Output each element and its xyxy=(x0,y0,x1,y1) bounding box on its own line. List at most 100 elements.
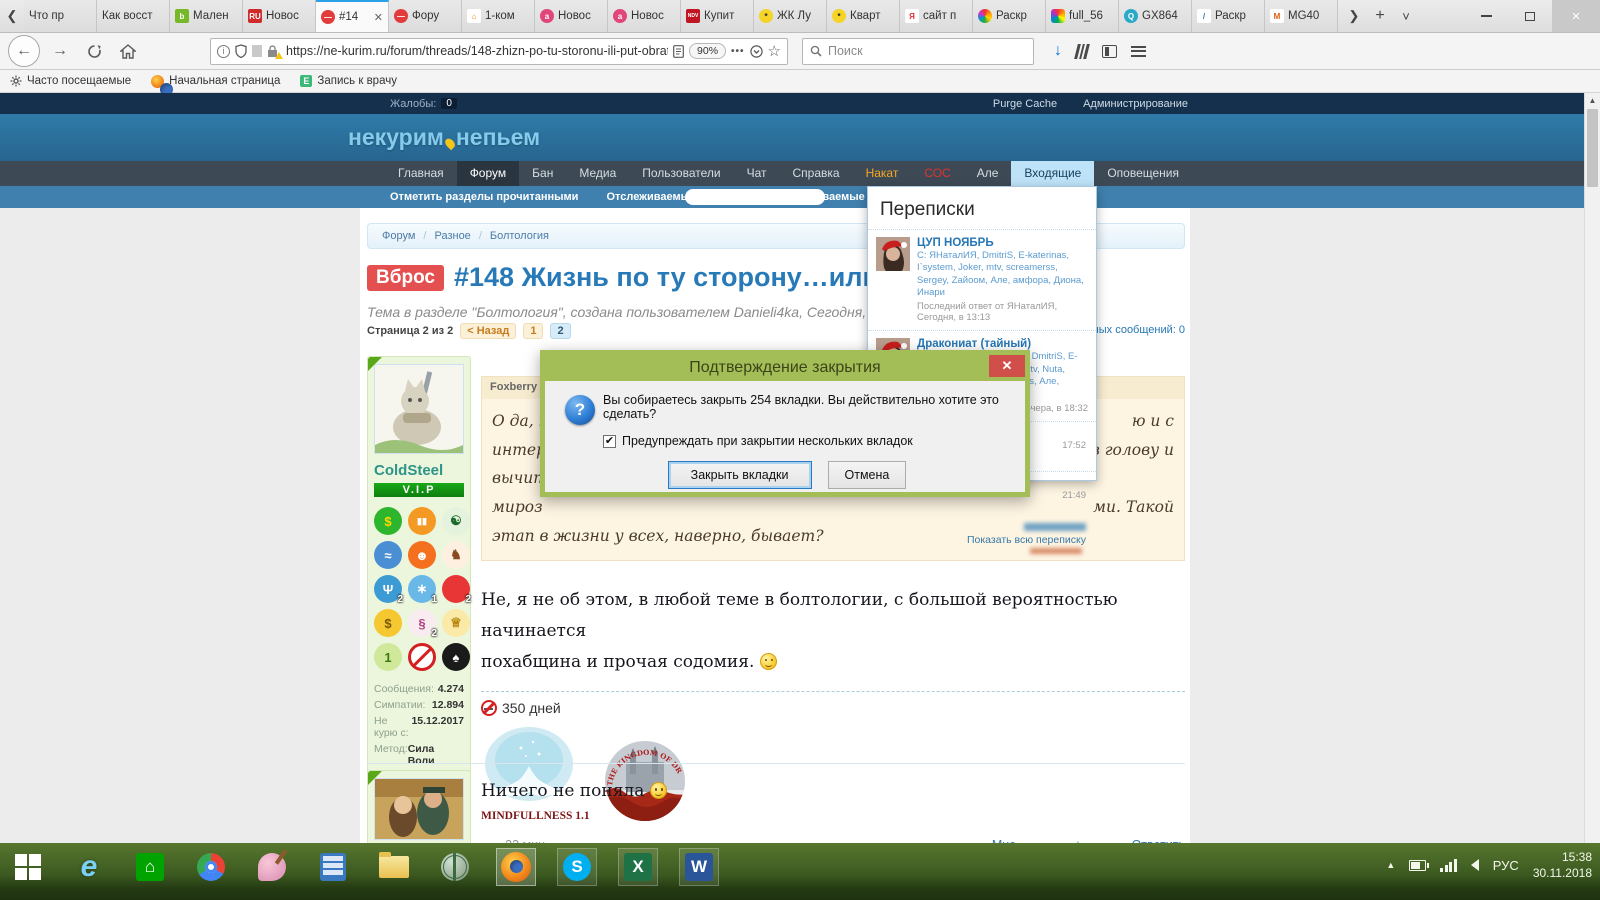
nav-item-форум[interactable]: Форум xyxy=(456,161,520,186)
browser-tab[interactable]: Раскр xyxy=(973,0,1046,32)
scrollbar-thumb[interactable] xyxy=(1587,109,1598,187)
admin-link[interactable]: Администрирование xyxy=(1083,98,1188,110)
complaints-label[interactable]: Жалобы: xyxy=(390,98,436,110)
browser-tab[interactable]: b Мален xyxy=(170,0,243,32)
avatar[interactable] xyxy=(374,778,464,840)
nav-item-главная[interactable]: Главная xyxy=(385,161,457,186)
forum-search-input[interactable] xyxy=(685,189,825,205)
library-icon[interactable] xyxy=(1074,43,1090,59)
address-bar[interactable]: i https://ne-kurim.ru/forum/threads/148-… xyxy=(210,37,788,65)
browser-tab[interactable]: Q GX864 xyxy=(1119,0,1192,32)
nav-item-медиа[interactable]: Медиа xyxy=(566,161,629,186)
browser-tab[interactable]: a Новос xyxy=(608,0,681,32)
browser-tab[interactable]: a Новос xyxy=(535,0,608,32)
sidebar-toggle-icon[interactable] xyxy=(1101,44,1117,58)
permissions-icon[interactable] xyxy=(252,45,262,57)
reader-mode-icon[interactable] xyxy=(673,44,684,58)
minimize-button[interactable] xyxy=(1464,0,1508,32)
admin-link[interactable]: Purge Cache xyxy=(993,98,1057,110)
internet-explorer-icon[interactable]: e xyxy=(69,848,109,886)
bookmark-frequent[interactable]: Часто посещаемые xyxy=(10,75,131,87)
url-text[interactable]: https://ne-kurim.ru/forum/threads/148-zh… xyxy=(286,44,668,58)
paint-icon[interactable] xyxy=(252,848,292,886)
windows-store-icon[interactable]: ⌂ xyxy=(130,848,170,886)
word-icon[interactable]: W xyxy=(679,848,719,886)
breadcrumb-link[interactable]: Разное xyxy=(434,230,470,242)
conversation-item[interactable]: ЦУП НОЯБРЬ С: ЯНаталИЯ, DmitriS, E-kateri… xyxy=(868,229,1096,330)
skype-icon[interactable]: S xyxy=(557,848,597,886)
browser-tab[interactable]: M MG40 xyxy=(1265,0,1338,32)
page-number[interactable]: 2 xyxy=(550,323,571,339)
browser-tab[interactable]: NDV Купит xyxy=(681,0,754,32)
page-actions-icon[interactable]: ••• xyxy=(731,46,745,57)
page-number[interactable]: 1 xyxy=(523,323,544,339)
breadcrumb-link[interactable]: Форум xyxy=(382,230,415,242)
reload-button[interactable] xyxy=(80,37,108,65)
zoom-level-badge[interactable]: 90% xyxy=(689,43,727,59)
downloads-icon[interactable]: ↓ xyxy=(1054,42,1062,60)
browser-tab[interactable]: * ЖК Лу xyxy=(754,0,827,32)
forward-button[interactable]: → xyxy=(46,37,74,65)
browser-tab[interactable]: Что пр xyxy=(24,0,97,32)
battery-icon[interactable] xyxy=(1409,859,1430,871)
menu-icon[interactable] xyxy=(1130,45,1146,57)
browser-tab[interactable]: full_56 xyxy=(1046,0,1119,32)
nav-item-входящие[interactable]: Входящие xyxy=(1011,161,1095,186)
browser-tab[interactable]: — Фору xyxy=(389,0,462,32)
subnav-link[interactable]: Отметить разделы прочитанными xyxy=(390,191,578,203)
conversation-title[interactable]: Дракониат (тайный) xyxy=(917,338,1088,350)
nav-item-чат[interactable]: Чат xyxy=(734,161,780,186)
username[interactable]: ColdSteel xyxy=(374,462,464,479)
thread-prefix-badge[interactable]: Вброс xyxy=(367,264,444,291)
browser-tab[interactable]: — #14 ✕ xyxy=(316,0,389,32)
browser-tab[interactable]: RU Новос xyxy=(243,0,316,32)
excel-icon[interactable]: X xyxy=(618,848,658,886)
tracking-shield-icon[interactable] xyxy=(235,44,247,58)
breadcrumb-link[interactable]: Болтология xyxy=(490,230,549,242)
prev-page-button[interactable]: < Назад xyxy=(460,323,517,339)
nav-item-оповещения[interactable]: Оповещения xyxy=(1094,161,1192,186)
nav-item-накат[interactable]: Накат xyxy=(853,161,912,186)
network-signal-icon[interactable] xyxy=(1440,858,1457,872)
page-info-icon[interactable]: i xyxy=(217,44,230,58)
firefox-icon[interactable] xyxy=(496,848,536,886)
dialog-close-button[interactable]: ✕ xyxy=(989,355,1025,377)
browser-tab[interactable]: Ясайт п xyxy=(900,0,973,32)
nav-item-справка[interactable]: Справка xyxy=(779,161,852,186)
nav-item-бан[interactable]: Бан xyxy=(519,161,566,186)
tab-close-icon[interactable]: ✕ xyxy=(374,11,383,24)
bookmark-doctor[interactable]: E Запись к врачу xyxy=(300,75,397,87)
close-button[interactable]: × xyxy=(1552,0,1600,32)
show-all-conversations-link[interactable]: Показать всю переписку xyxy=(967,534,1086,546)
new-tab-button[interactable]: + xyxy=(1368,7,1392,25)
restore-button[interactable] xyxy=(1508,0,1552,32)
scrollbar-up-icon[interactable]: ▲ xyxy=(1585,93,1600,105)
globe-browser-icon[interactable] xyxy=(435,848,475,886)
site-logo[interactable]: некурим непьем xyxy=(348,124,540,151)
nav-item-але[interactable]: Але xyxy=(964,161,1012,186)
nav-item-пользователи[interactable]: Пользователи xyxy=(629,161,733,186)
volume-icon[interactable] xyxy=(1470,859,1479,872)
conversation-title[interactable]: ЦУП НОЯБРЬ xyxy=(917,237,1088,249)
clock[interactable]: 15:38 30.11.2018 xyxy=(1533,849,1592,881)
browser-tab[interactable]: * Кварт xyxy=(827,0,900,32)
bookmark-home[interactable]: Начальная страница xyxy=(151,74,280,96)
start-icon[interactable] xyxy=(8,848,48,886)
tray-expand-icon[interactable]: ▲ xyxy=(1386,860,1395,870)
language-indicator[interactable]: РУС xyxy=(1493,858,1519,873)
close-tabs-confirm-button[interactable]: Закрыть вкладки xyxy=(667,461,812,489)
avatar[interactable] xyxy=(374,364,464,454)
pocket-icon[interactable] xyxy=(749,44,763,58)
search-bar[interactable]: Поиск xyxy=(802,37,1034,65)
home-button[interactable] xyxy=(114,37,142,65)
warn-checkbox-row[interactable]: ✔ Предупреждать при закрытии нескольких … xyxy=(603,434,1009,448)
back-button[interactable]: ← xyxy=(8,35,40,67)
chrome-icon[interactable] xyxy=(191,848,231,886)
list-tabs-icon[interactable]: ˅ xyxy=(1394,9,1418,24)
nav-item-сос[interactable]: СОС xyxy=(911,161,963,186)
browser-tab[interactable]: / Раскр xyxy=(1192,0,1265,32)
lock-warning-icon[interactable] xyxy=(267,44,283,59)
file-explorer-icon[interactable] xyxy=(374,848,414,886)
checkbox-icon[interactable]: ✔ xyxy=(603,434,616,448)
calculator-icon[interactable] xyxy=(313,848,353,886)
